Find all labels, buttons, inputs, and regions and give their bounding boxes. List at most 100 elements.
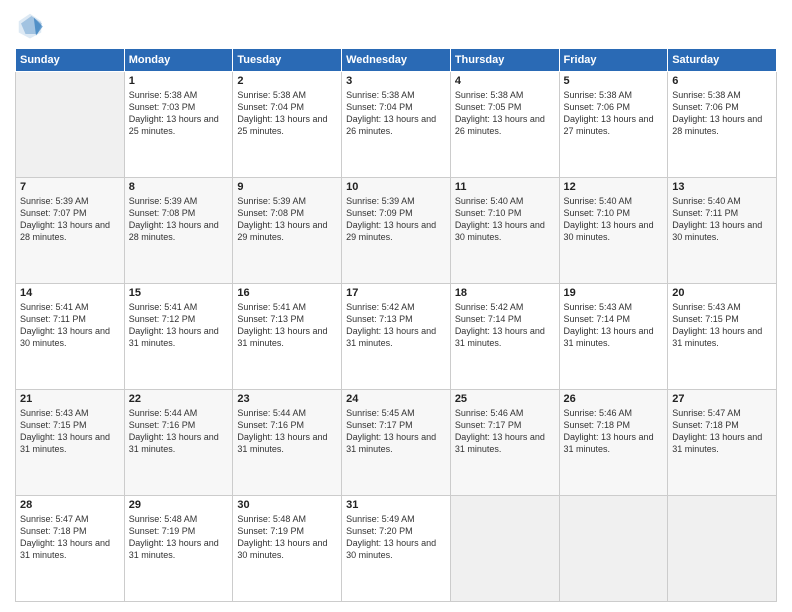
calendar-body: 1 Sunrise: 5:38 AM Sunset: 7:03 PM Dayli…	[16, 72, 777, 602]
day-info: Sunrise: 5:41 AM Sunset: 7:13 PM Dayligh…	[237, 301, 337, 350]
calendar-cell: 13 Sunrise: 5:40 AM Sunset: 7:11 PM Dayl…	[668, 178, 777, 284]
day-number: 5	[564, 75, 664, 87]
calendar-cell: 18 Sunrise: 5:42 AM Sunset: 7:14 PM Dayl…	[450, 284, 559, 390]
sunset-label: Sunset: 7:15 PM	[672, 314, 739, 324]
calendar-cell	[16, 72, 125, 178]
weekday-header-row: SundayMondayTuesdayWednesdayThursdayFrid…	[16, 49, 777, 72]
calendar-week-row: 28 Sunrise: 5:47 AM Sunset: 7:18 PM Dayl…	[16, 496, 777, 602]
day-info: Sunrise: 5:41 AM Sunset: 7:11 PM Dayligh…	[20, 301, 120, 350]
sunrise-label: Sunrise: 5:48 AM	[237, 514, 306, 524]
day-number: 28	[20, 499, 120, 511]
daylight-label: Daylight: 13 hours and 27 minutes.	[564, 114, 654, 136]
daylight-label: Daylight: 13 hours and 30 minutes.	[20, 326, 110, 348]
sunrise-label: Sunrise: 5:39 AM	[20, 196, 89, 206]
daylight-label: Daylight: 13 hours and 30 minutes.	[564, 220, 654, 242]
calendar-cell: 31 Sunrise: 5:49 AM Sunset: 7:20 PM Dayl…	[342, 496, 451, 602]
daylight-label: Daylight: 13 hours and 31 minutes.	[129, 432, 219, 454]
day-number: 22	[129, 393, 229, 405]
sunset-label: Sunset: 7:20 PM	[346, 526, 413, 536]
daylight-label: Daylight: 13 hours and 30 minutes.	[237, 538, 327, 560]
day-info: Sunrise: 5:40 AM Sunset: 7:10 PM Dayligh…	[564, 195, 664, 244]
calendar-cell: 4 Sunrise: 5:38 AM Sunset: 7:05 PM Dayli…	[450, 72, 559, 178]
sunset-label: Sunset: 7:15 PM	[20, 420, 87, 430]
weekday-header-cell: Saturday	[668, 49, 777, 72]
daylight-label: Daylight: 13 hours and 28 minutes.	[672, 114, 762, 136]
daylight-label: Daylight: 13 hours and 25 minutes.	[237, 114, 327, 136]
day-number: 23	[237, 393, 337, 405]
day-number: 2	[237, 75, 337, 87]
daylight-label: Daylight: 13 hours and 31 minutes.	[129, 326, 219, 348]
weekday-header-cell: Wednesday	[342, 49, 451, 72]
sunset-label: Sunset: 7:18 PM	[20, 526, 87, 536]
sunrise-label: Sunrise: 5:38 AM	[564, 90, 633, 100]
calendar-cell	[668, 496, 777, 602]
daylight-label: Daylight: 13 hours and 31 minutes.	[455, 326, 545, 348]
day-info: Sunrise: 5:47 AM Sunset: 7:18 PM Dayligh…	[20, 513, 120, 562]
daylight-label: Daylight: 13 hours and 26 minutes.	[455, 114, 545, 136]
calendar-cell: 8 Sunrise: 5:39 AM Sunset: 7:08 PM Dayli…	[124, 178, 233, 284]
day-number: 31	[346, 499, 446, 511]
calendar-cell: 17 Sunrise: 5:42 AM Sunset: 7:13 PM Dayl…	[342, 284, 451, 390]
daylight-label: Daylight: 13 hours and 30 minutes.	[672, 220, 762, 242]
calendar-week-row: 21 Sunrise: 5:43 AM Sunset: 7:15 PM Dayl…	[16, 390, 777, 496]
weekday-header-cell: Thursday	[450, 49, 559, 72]
sunset-label: Sunset: 7:14 PM	[455, 314, 522, 324]
sunrise-label: Sunrise: 5:45 AM	[346, 408, 415, 418]
logo	[15, 10, 49, 40]
calendar-cell: 26 Sunrise: 5:46 AM Sunset: 7:18 PM Dayl…	[559, 390, 668, 496]
sunrise-label: Sunrise: 5:42 AM	[455, 302, 524, 312]
sunset-label: Sunset: 7:13 PM	[237, 314, 304, 324]
calendar-cell: 23 Sunrise: 5:44 AM Sunset: 7:16 PM Dayl…	[233, 390, 342, 496]
sunset-label: Sunset: 7:05 PM	[455, 102, 522, 112]
sunset-label: Sunset: 7:06 PM	[564, 102, 631, 112]
calendar-cell: 11 Sunrise: 5:40 AM Sunset: 7:10 PM Dayl…	[450, 178, 559, 284]
sunrise-label: Sunrise: 5:40 AM	[564, 196, 633, 206]
sunrise-label: Sunrise: 5:46 AM	[564, 408, 633, 418]
calendar-cell: 25 Sunrise: 5:46 AM Sunset: 7:17 PM Dayl…	[450, 390, 559, 496]
day-number: 14	[20, 287, 120, 299]
sunrise-label: Sunrise: 5:38 AM	[455, 90, 524, 100]
day-number: 21	[20, 393, 120, 405]
calendar-cell: 3 Sunrise: 5:38 AM Sunset: 7:04 PM Dayli…	[342, 72, 451, 178]
day-info: Sunrise: 5:38 AM Sunset: 7:04 PM Dayligh…	[346, 89, 446, 138]
daylight-label: Daylight: 13 hours and 31 minutes.	[346, 432, 436, 454]
sunrise-label: Sunrise: 5:47 AM	[20, 514, 89, 524]
calendar-cell: 2 Sunrise: 5:38 AM Sunset: 7:04 PM Dayli…	[233, 72, 342, 178]
day-info: Sunrise: 5:41 AM Sunset: 7:12 PM Dayligh…	[129, 301, 229, 350]
day-number: 10	[346, 181, 446, 193]
calendar-cell: 14 Sunrise: 5:41 AM Sunset: 7:11 PM Dayl…	[16, 284, 125, 390]
day-info: Sunrise: 5:39 AM Sunset: 7:08 PM Dayligh…	[237, 195, 337, 244]
sunset-label: Sunset: 7:17 PM	[346, 420, 413, 430]
day-info: Sunrise: 5:38 AM Sunset: 7:06 PM Dayligh…	[672, 89, 772, 138]
daylight-label: Daylight: 13 hours and 31 minutes.	[672, 432, 762, 454]
sunset-label: Sunset: 7:16 PM	[129, 420, 196, 430]
day-info: Sunrise: 5:38 AM Sunset: 7:06 PM Dayligh…	[564, 89, 664, 138]
calendar-cell: 21 Sunrise: 5:43 AM Sunset: 7:15 PM Dayl…	[16, 390, 125, 496]
sunrise-label: Sunrise: 5:38 AM	[129, 90, 198, 100]
calendar-cell: 28 Sunrise: 5:47 AM Sunset: 7:18 PM Dayl…	[16, 496, 125, 602]
day-number: 29	[129, 499, 229, 511]
calendar-cell: 7 Sunrise: 5:39 AM Sunset: 7:07 PM Dayli…	[16, 178, 125, 284]
daylight-label: Daylight: 13 hours and 31 minutes.	[564, 432, 654, 454]
day-info: Sunrise: 5:39 AM Sunset: 7:08 PM Dayligh…	[129, 195, 229, 244]
weekday-header-cell: Tuesday	[233, 49, 342, 72]
sunrise-label: Sunrise: 5:41 AM	[20, 302, 89, 312]
sunset-label: Sunset: 7:11 PM	[672, 208, 738, 218]
day-number: 20	[672, 287, 772, 299]
sunset-label: Sunset: 7:12 PM	[129, 314, 196, 324]
sunrise-label: Sunrise: 5:40 AM	[672, 196, 741, 206]
sunrise-label: Sunrise: 5:48 AM	[129, 514, 198, 524]
page: SundayMondayTuesdayWednesdayThursdayFrid…	[0, 0, 792, 612]
daylight-label: Daylight: 13 hours and 31 minutes.	[20, 432, 110, 454]
day-number: 15	[129, 287, 229, 299]
day-number: 27	[672, 393, 772, 405]
logo-icon	[15, 10, 45, 40]
sunset-label: Sunset: 7:17 PM	[455, 420, 522, 430]
sunrise-label: Sunrise: 5:49 AM	[346, 514, 415, 524]
calendar-cell: 27 Sunrise: 5:47 AM Sunset: 7:18 PM Dayl…	[668, 390, 777, 496]
daylight-label: Daylight: 13 hours and 28 minutes.	[129, 220, 219, 242]
daylight-label: Daylight: 13 hours and 25 minutes.	[129, 114, 219, 136]
calendar-cell: 24 Sunrise: 5:45 AM Sunset: 7:17 PM Dayl…	[342, 390, 451, 496]
daylight-label: Daylight: 13 hours and 26 minutes.	[346, 114, 436, 136]
daylight-label: Daylight: 13 hours and 31 minutes.	[346, 326, 436, 348]
